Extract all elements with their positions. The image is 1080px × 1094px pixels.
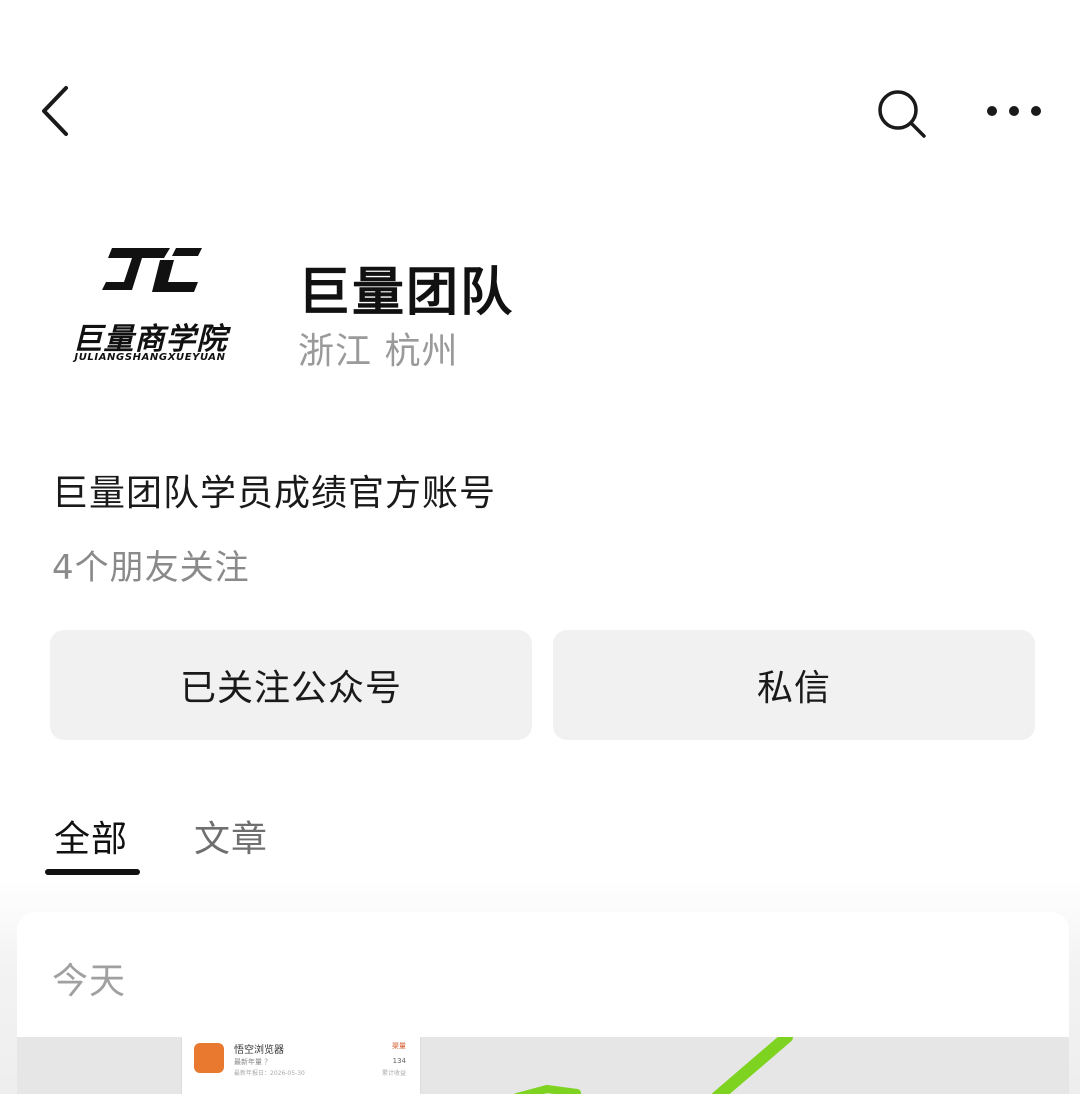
- more-options-button[interactable]: [984, 96, 1044, 126]
- account-location: 浙江 杭州: [298, 331, 459, 372]
- followed-account-button[interactable]: 已关注公众号: [50, 630, 532, 740]
- feed-card[interactable]: 今天 悟空浏览器 最新年量 ？ 最新年报日：2026-05-30 渠量 134 …: [17, 912, 1069, 1094]
- chevron-left-icon: [42, 86, 68, 136]
- tab-articles[interactable]: 文章: [194, 810, 268, 862]
- preview-badge: 渠量: [392, 1042, 406, 1050]
- app-icon: [194, 1043, 224, 1073]
- preview-app-card: 悟空浏览器 最新年量 ？ 最新年报日：2026-05-30 渠量 134 累计收…: [181, 1037, 421, 1094]
- search-icon: [878, 90, 926, 138]
- jl-logo-icon: [102, 248, 202, 292]
- friends-following-count[interactable]: 4个朋友关注: [52, 540, 250, 589]
- back-button[interactable]: [34, 82, 80, 140]
- trend-line-graphic: [514, 1037, 793, 1094]
- article-thumbnail[interactable]: 悟空浏览器 最新年量 ？ 最新年报日：2026-05-30 渠量 134 累计收…: [17, 1037, 1069, 1094]
- account-avatar[interactable]: 巨量商学院 JULIANGSHANGXUEYUAN: [50, 230, 250, 410]
- preview-meta: 最新年报日：2026-05-30: [234, 1070, 305, 1077]
- search-button[interactable]: [874, 86, 930, 142]
- account-intro: 巨量团队学员成绩官方账号: [52, 473, 497, 514]
- preview-app-name: 悟空浏览器: [234, 1045, 284, 1056]
- avatar-logo-en-text: JULIANGSHANGXUEYUAN: [74, 352, 226, 363]
- feed-date-label: 今天: [52, 961, 127, 1002]
- account-name: 巨量团队: [298, 263, 515, 323]
- preview-subtitle: 最新年量 ？: [234, 1058, 272, 1066]
- send-message-button[interactable]: 私信: [553, 630, 1035, 740]
- tab-all[interactable]: 全部: [54, 810, 128, 862]
- active-tab-indicator: [45, 869, 140, 875]
- preview-count: 134: [392, 1057, 406, 1065]
- official-account-profile-page: 巨量商学院 JULIANGSHANGXUEYUAN 巨量团队 浙江 杭州 巨量团…: [0, 0, 1080, 1094]
- more-dots-icon: [987, 106, 1041, 116]
- preview-count-label: 累计收益: [381, 1070, 406, 1077]
